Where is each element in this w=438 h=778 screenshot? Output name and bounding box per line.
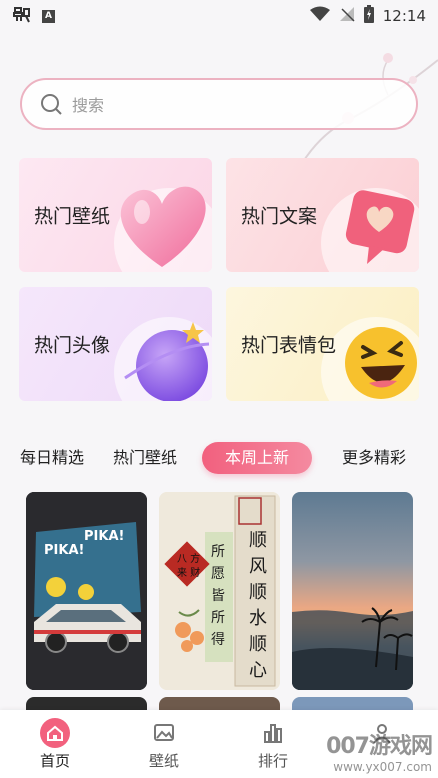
search-placeholder: 搜索	[72, 96, 105, 115]
wallpaper-thumb-calligraphy[interactable]: 顺风顺水顺心 所愿皆所得 八 方来 财	[159, 492, 280, 690]
signal-off-icon	[339, 6, 355, 26]
category-label: 热门头像	[34, 334, 111, 357]
pink-heart-icon	[120, 186, 206, 267]
search-input[interactable]: 搜索	[20, 78, 418, 130]
image-icon	[154, 724, 174, 741]
bug-icon	[12, 5, 32, 28]
site-watermark: 007游戏网 www.yx007.com	[326, 728, 433, 774]
category-tabs: 每日精选 热门壁纸 本周上新 更多精彩	[0, 440, 438, 476]
purple-planet-icon	[124, 322, 210, 401]
sunset-beach-illustration	[292, 607, 413, 690]
category-label: 热门表情包	[241, 334, 337, 357]
nav-home-label: 首页	[39, 752, 70, 770]
nav-ranking-label: 排行	[257, 752, 288, 770]
laughing-emoji-icon	[345, 327, 417, 399]
nav-home[interactable]: 首页	[20, 710, 90, 778]
a-icon: A	[42, 9, 55, 23]
category-card-hot-copywriting[interactable]: 热门文案	[226, 158, 419, 272]
svg-text:PIKA!: PIKA!	[44, 543, 84, 558]
tab-hot-wallpaper[interactable]: 热门壁纸	[113, 440, 177, 476]
pika-car-illustration: PIKA! PIKA!	[26, 492, 147, 690]
tab-more[interactable]: 更多精彩	[342, 440, 406, 476]
watermark-url: www.yx007.com	[333, 760, 432, 774]
status-bar: A 12:14	[0, 0, 438, 32]
clock: 12:14	[382, 7, 426, 25]
search-icon	[41, 94, 62, 115]
nav-wallpaper-label: 壁纸	[148, 752, 179, 770]
category-label: 热门壁纸	[34, 205, 111, 228]
tab-new-this-week[interactable]: 本周上新	[202, 442, 312, 474]
calligraphy-illustration: 顺风顺水顺心 所愿皆所得 八 方来 财	[159, 492, 280, 690]
watermark-main: 007游戏网	[326, 734, 433, 759]
category-card-hot-wallpaper[interactable]: 热门壁纸	[19, 158, 212, 272]
nav-wallpaper[interactable]: 壁纸	[129, 710, 199, 778]
heart-chat-bubble-icon	[345, 190, 415, 264]
category-card-hot-stickers[interactable]: 热门表情包	[226, 287, 419, 401]
category-label: 热门文案	[241, 205, 318, 228]
battery-charging-icon	[363, 5, 374, 27]
svg-text:所愿皆所得: 所愿皆所得	[211, 544, 225, 648]
nav-ranking[interactable]: 排行	[238, 710, 308, 778]
wallpaper-thumb-pika-car[interactable]: PIKA! PIKA!	[26, 492, 147, 690]
category-card-hot-avatar[interactable]: 热门头像	[19, 287, 212, 401]
tab-daily-picks[interactable]: 每日精选	[20, 440, 84, 476]
bar-chart-icon	[264, 724, 282, 743]
svg-text:PIKA!: PIKA!	[84, 529, 124, 544]
wallpaper-thumb-sunset-beach[interactable]	[292, 492, 413, 690]
wifi-icon	[309, 6, 330, 26]
home-icon	[40, 718, 70, 748]
